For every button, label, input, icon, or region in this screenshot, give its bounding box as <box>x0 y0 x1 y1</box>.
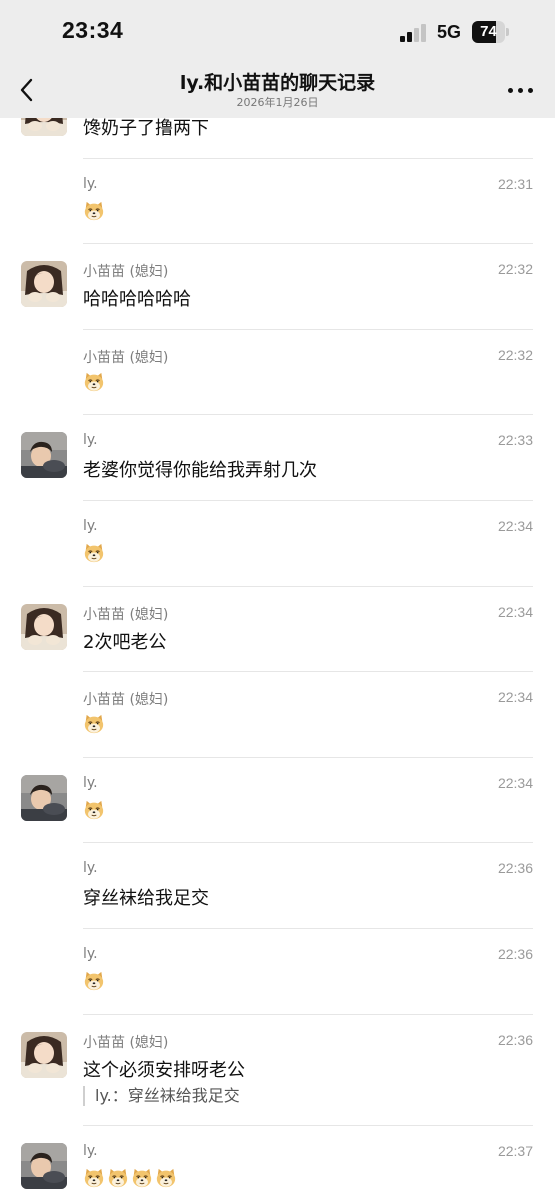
avatar[interactable] <box>21 118 67 136</box>
message-time: 22:34 <box>497 518 533 534</box>
message-text[interactable]: 这个必须安排呀老公 <box>83 1056 245 1082</box>
sticker-message[interactable] <box>83 200 107 222</box>
message-time: 22:31 <box>497 175 533 192</box>
message-time: 22:32 <box>497 261 533 278</box>
sticker-message[interactable] <box>83 542 107 564</box>
message-text[interactable]: 穿丝袜给我足交 <box>83 884 209 910</box>
doge-emoji-icon <box>84 1169 104 1188</box>
doge-emoji-icon <box>84 971 104 991</box>
avatar[interactable] <box>21 1031 67 1078</box>
message-item[interactable]: 小苗苗 (媳妇) 22:34 2次吧老公 <box>0 587 555 673</box>
sender-name: ly. <box>83 1143 98 1160</box>
message-time: 22:36 <box>497 860 533 877</box>
sender-name: ly. <box>83 518 98 534</box>
more-dots-icon[interactable] <box>506 80 536 100</box>
sender-name: ly. <box>83 860 98 877</box>
message-item[interactable]: ly. 22:36 <box>0 929 555 1015</box>
sticker-message[interactable] <box>83 713 107 735</box>
avatar[interactable] <box>21 603 67 650</box>
message-item[interactable]: 馋奶子了撸两下 <box>0 118 555 159</box>
sender-name: 小苗苗 (媳妇) <box>83 692 169 709</box>
avatar[interactable] <box>21 1143 67 1190</box>
message-item[interactable]: ly. 22:37 <box>0 1126 555 1200</box>
chat-history-list[interactable]: 馋奶子了撸两下 ly. 22:31 小苗苗 (媳妇) 22:32 哈哈哈哈哈哈 小苗苗 (媳… <box>0 118 555 1200</box>
sender-name: ly. <box>83 175 98 192</box>
message-item[interactable]: ly. 22:34 <box>0 758 555 844</box>
doge-emoji-icon <box>84 201 104 220</box>
sender-name: ly. <box>83 946 98 962</box>
message-time: 22:36 <box>497 1031 533 1048</box>
message-text[interactable]: 馋奶子了撸两下 <box>83 118 209 140</box>
sticker-message[interactable] <box>83 970 107 992</box>
cellular-signal-icon <box>400 24 430 42</box>
message-text[interactable]: 2次吧老公 <box>83 628 166 654</box>
status-bar: 23:34 5G 74 <box>0 0 555 62</box>
sender-name: 小苗苗 (媳妇) <box>83 264 169 281</box>
sender-name: 小苗苗 (媳妇) <box>83 1034 169 1051</box>
message-time: 22:32 <box>497 346 533 363</box>
sticker-message[interactable] <box>83 1167 179 1189</box>
sender-name: ly. <box>83 432 98 449</box>
message-item[interactable]: ly. 22:34 <box>0 501 555 587</box>
network-type: 5G <box>437 22 462 42</box>
message-item[interactable]: ly. 22:36 穿丝袜给我足交 <box>0 843 555 929</box>
chat-date: 2026年1月26日 <box>236 96 319 109</box>
message-item[interactable]: 小苗苗 (媳妇) 22:32 <box>0 330 555 416</box>
doge-emoji-icon <box>84 800 104 819</box>
message-item[interactable]: ly. 22:33 老婆你觉得你能给我弄射几次 <box>0 415 555 501</box>
doge-emoji-icon <box>84 372 104 391</box>
message-item[interactable]: ly. 22:31 <box>0 159 555 245</box>
message-time: 22:34 <box>497 774 533 791</box>
avatar[interactable] <box>21 261 67 308</box>
sender-name: 小苗苗 (媳妇) <box>83 606 169 623</box>
message-text[interactable]: 哈哈哈哈哈哈 <box>83 285 191 311</box>
chat-title: ly.和小苗苗的聊天记录 <box>179 72 376 94</box>
sender-name: 小苗苗 (媳妇) <box>83 349 169 366</box>
avatar[interactable] <box>21 774 67 821</box>
doge-emoji-icon <box>84 543 104 563</box>
status-time: 23:34 <box>62 17 124 43</box>
message-item[interactable]: 小苗苗 (媳妇) 22:32 哈哈哈哈哈哈 <box>0 244 555 330</box>
message-time: 22:36 <box>497 946 533 962</box>
doge-emoji-icon <box>132 1169 152 1188</box>
avatar[interactable] <box>21 432 67 479</box>
sender-name: ly. <box>83 774 98 791</box>
doge-emoji-icon <box>156 1169 176 1188</box>
battery-level: 74 <box>480 23 497 40</box>
quoted-reply[interactable]: ly.：穿丝袜给我足交 <box>83 1085 240 1106</box>
battery-icon: 74 <box>472 21 510 43</box>
message-time: 22:34 <box>497 689 533 706</box>
message-item[interactable]: 小苗苗 (媳妇) 22:34 <box>0 672 555 758</box>
doge-emoji-icon <box>84 715 104 734</box>
message-text[interactable]: 老婆你觉得你能给我弄射几次 <box>83 456 317 482</box>
navigation-bar: ly.和小苗苗的聊天记录 2026年1月26日 <box>0 62 555 118</box>
message-time: 22:37 <box>497 1143 533 1160</box>
message-item[interactable]: 小苗苗 (媳妇) 22:36 这个必须安排呀老公 ly.：穿丝袜给我足交 <box>0 1015 555 1127</box>
sticker-message[interactable] <box>83 799 107 821</box>
message-time: 22:33 <box>497 432 533 449</box>
message-time: 22:34 <box>497 603 533 620</box>
doge-emoji-icon <box>108 1169 128 1188</box>
sticker-message[interactable] <box>83 371 107 393</box>
